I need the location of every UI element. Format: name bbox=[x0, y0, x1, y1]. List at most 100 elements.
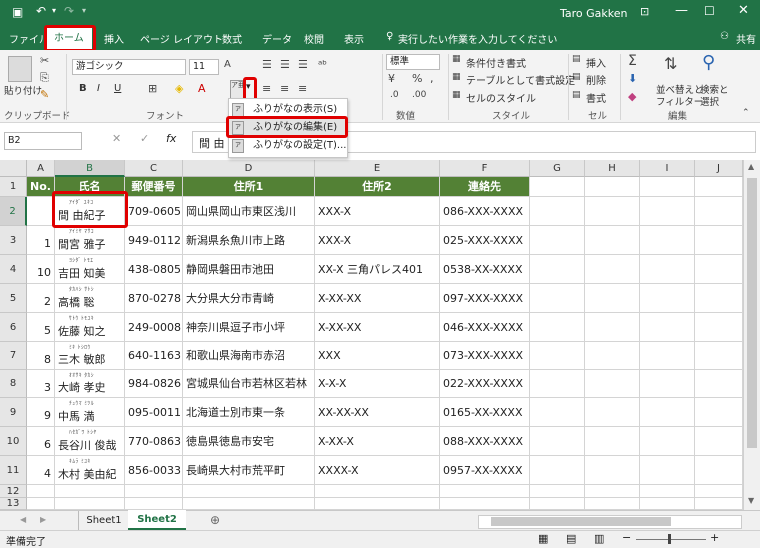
font-name-box[interactable]: 游ゴシック bbox=[72, 59, 186, 75]
insert-function-icon[interactable]: fx bbox=[166, 132, 176, 145]
clipboard-icon[interactable] bbox=[8, 56, 32, 82]
addr2-cell[interactable]: XX-XX-XX bbox=[315, 398, 440, 427]
empty-cell[interactable] bbox=[585, 370, 640, 398]
empty-cell[interactable] bbox=[695, 342, 743, 370]
empty-cell[interactable] bbox=[695, 197, 743, 226]
empty-cell[interactable] bbox=[530, 226, 585, 255]
increase-decimal-icon[interactable]: .0 bbox=[390, 90, 399, 100]
row-number-cell[interactable]: 2 bbox=[27, 284, 55, 313]
align-middle-icon[interactable]: ☰ bbox=[280, 58, 290, 71]
sort-filter-label-2[interactable]: フィルター bbox=[656, 94, 703, 108]
empty-cell[interactable] bbox=[315, 485, 440, 498]
insert-cells-button[interactable]: 挿入 bbox=[586, 55, 606, 70]
underline-button[interactable]: U bbox=[114, 83, 121, 94]
row-header-4[interactable]: 4 bbox=[0, 255, 27, 284]
sheet-tab-1[interactable]: Sheet1 bbox=[78, 511, 130, 530]
align-top-icon[interactable]: ☰ bbox=[262, 58, 272, 71]
empty-cell[interactable] bbox=[183, 485, 315, 498]
empty-cell[interactable] bbox=[640, 284, 695, 313]
align-right-icon[interactable]: ≡ bbox=[298, 82, 307, 95]
empty-cell[interactable] bbox=[530, 370, 585, 398]
sheet-scroll-left-icon[interactable]: ◀ bbox=[20, 515, 26, 524]
fill-color-icon[interactable]: ◈ bbox=[175, 82, 183, 95]
name-cell[interactable]: ｵｵｻｷ ﾀｶｼ 大崎 孝史 bbox=[55, 370, 125, 398]
column-header-g[interactable]: G bbox=[530, 160, 585, 177]
empty-cell[interactable] bbox=[640, 255, 695, 284]
empty-cell[interactable] bbox=[640, 498, 695, 510]
empty-cell[interactable] bbox=[585, 398, 640, 427]
tab-insert[interactable]: 挿入 bbox=[104, 31, 124, 46]
name-cell[interactable]: ｷﾑﾗ ﾐﾕｷ 木村 美由紀 bbox=[55, 456, 125, 485]
empty-cell[interactable] bbox=[585, 427, 640, 456]
empty-cell[interactable] bbox=[27, 498, 55, 510]
add-sheet-icon[interactable]: ⊕ bbox=[210, 513, 220, 527]
tel-cell[interactable]: 097-XXX-XXXX bbox=[440, 284, 530, 313]
empty-cell[interactable] bbox=[440, 498, 530, 510]
horizontal-scroll-thumb[interactable] bbox=[491, 517, 671, 526]
row-header-3[interactable]: 3 bbox=[0, 226, 27, 255]
row-header-10[interactable]: 10 bbox=[0, 427, 27, 456]
header-cell[interactable]: 郵便番号 bbox=[125, 177, 183, 197]
empty-cell[interactable] bbox=[640, 398, 695, 427]
empty-cell[interactable] bbox=[530, 342, 585, 370]
tel-cell[interactable]: 025-XXX-XXXX bbox=[440, 226, 530, 255]
column-header-c[interactable]: C bbox=[125, 160, 183, 177]
currency-icon[interactable]: ¥ bbox=[388, 72, 395, 85]
sheet-scroll-right-icon[interactable]: ▶ bbox=[40, 515, 46, 524]
name-cell[interactable]: ｻﾄｳ ﾄﾓﾕｷ 佐藤 知之 bbox=[55, 313, 125, 342]
font-size-box[interactable]: 11 bbox=[189, 59, 219, 75]
empty-cell[interactable] bbox=[55, 485, 125, 498]
cancel-formula-icon[interactable]: ✕ bbox=[112, 132, 121, 145]
column-header-b[interactable]: B bbox=[55, 160, 125, 177]
empty-cell[interactable] bbox=[315, 498, 440, 510]
empty-cell[interactable] bbox=[640, 226, 695, 255]
empty-cell[interactable] bbox=[530, 456, 585, 485]
addr1-cell[interactable]: 静岡県磐田市池田 bbox=[183, 255, 315, 284]
row-number-cell[interactable]: 10 bbox=[27, 255, 55, 284]
empty-cell[interactable] bbox=[640, 485, 695, 498]
number-format-box[interactable]: 標準 bbox=[386, 54, 440, 70]
empty-cell[interactable] bbox=[585, 485, 640, 498]
column-header-i[interactable]: I bbox=[640, 160, 695, 177]
vertical-scrollbar[interactable]: ▲ ▼ bbox=[743, 160, 760, 510]
tab-review[interactable]: 校閲 bbox=[304, 31, 324, 46]
empty-cell[interactable] bbox=[585, 498, 640, 510]
row-header-8[interactable]: 8 bbox=[0, 370, 27, 398]
format-as-table-button[interactable]: テーブルとして書式設定 bbox=[466, 72, 575, 87]
empty-cell[interactable] bbox=[640, 370, 695, 398]
empty-cell[interactable] bbox=[530, 498, 585, 510]
zoom-slider[interactable] bbox=[636, 539, 706, 540]
tab-view[interactable]: 表示 bbox=[344, 31, 364, 46]
zip-cell[interactable]: 949-0112 bbox=[125, 226, 183, 255]
tel-cell[interactable]: 0165-XX-XXXX bbox=[440, 398, 530, 427]
name-cell[interactable]: ﾖｼﾀﾞ ﾄﾓｴ 吉田 知美 bbox=[55, 255, 125, 284]
column-header-f[interactable]: F bbox=[440, 160, 530, 177]
addr1-cell[interactable]: 神奈川県逗子市小坪 bbox=[183, 313, 315, 342]
empty-cell[interactable] bbox=[640, 342, 695, 370]
tab-formulas[interactable]: 数式 bbox=[222, 31, 242, 46]
addr1-cell[interactable]: 徳島県徳島市安宅 bbox=[183, 427, 315, 456]
empty-cell[interactable] bbox=[695, 498, 743, 510]
addr2-cell[interactable]: XXX bbox=[315, 342, 440, 370]
menu-item-furigana-settings[interactable]: アふりがなの設定(T)... bbox=[229, 137, 347, 155]
empty-cell[interactable] bbox=[585, 342, 640, 370]
addr1-cell[interactable]: 北海道士別市東一条 bbox=[183, 398, 315, 427]
header-cell[interactable]: No. bbox=[27, 177, 55, 197]
tell-me-box[interactable]: 実行したい作業を入力してください bbox=[398, 31, 557, 46]
conditional-format-button[interactable]: 条件付き書式 bbox=[466, 55, 526, 70]
zip-cell[interactable]: 870-0278 bbox=[125, 284, 183, 313]
maximize-button[interactable]: ☐ bbox=[704, 4, 715, 18]
enter-formula-icon[interactable]: ✓ bbox=[140, 132, 149, 145]
tel-cell[interactable]: 022-XXX-XXXX bbox=[440, 370, 530, 398]
name-box[interactable]: B2 bbox=[4, 132, 82, 150]
zip-cell[interactable]: 438-0805 bbox=[125, 255, 183, 284]
tab-page-layout[interactable]: ページ レイアウト bbox=[140, 31, 223, 46]
format-cells-button[interactable]: 書式 bbox=[586, 90, 606, 105]
find-select-label-2[interactable]: 選択 bbox=[700, 94, 719, 108]
empty-cell[interactable] bbox=[695, 284, 743, 313]
addr2-cell[interactable]: X-XX-X bbox=[315, 427, 440, 456]
row-header-1[interactable]: 1 bbox=[0, 177, 27, 197]
addr2-cell[interactable]: XXXX-X bbox=[315, 456, 440, 485]
empty-cell[interactable] bbox=[530, 255, 585, 284]
empty-cell[interactable] bbox=[530, 197, 585, 226]
